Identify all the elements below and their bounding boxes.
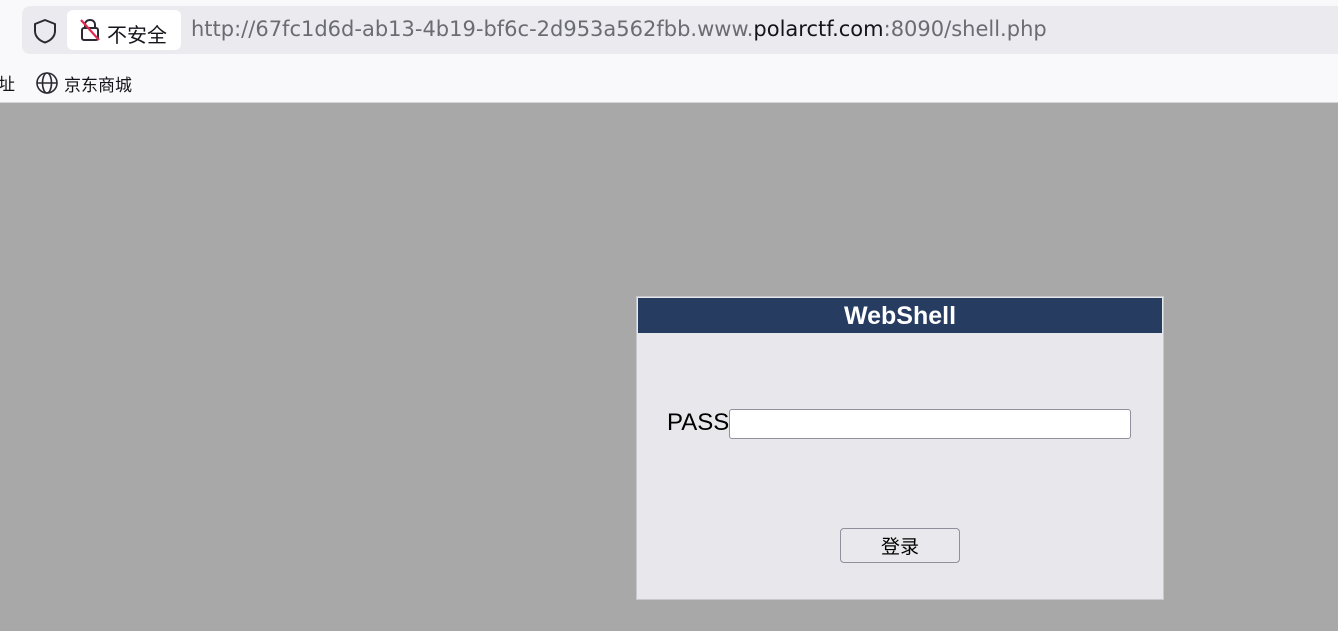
shield-icon[interactable] (32, 18, 58, 44)
security-indicator[interactable]: 不安全 (67, 10, 181, 50)
pass-label: PASS: (667, 409, 736, 436)
browser-chrome: 不安全 http://67fc1d6d-ab13-4b19-bf6c-2d953… (0, 0, 1338, 103)
globe-icon (36, 72, 58, 94)
security-label: 不安全 (107, 23, 167, 47)
address-bar[interactable]: 不安全 http://67fc1d6d-ab13-4b19-bf6c-2d953… (22, 6, 1338, 54)
url-text[interactable]: http://67fc1d6d-ab13-4b19-bf6c-2d953a562… (191, 17, 1047, 41)
insecure-lock-icon (80, 18, 100, 41)
bookmark-partial-label[interactable]: 址 (0, 70, 15, 95)
panel-title: WebShell (638, 298, 1162, 333)
url-domain: polarctf.com (753, 17, 884, 41)
login-panel: WebShell PASS: 登录 (636, 296, 1164, 600)
bookmarks-bar: 址 京东商城 (0, 66, 1338, 96)
login-button[interactable]: 登录 (840, 528, 960, 563)
password-input[interactable] (729, 409, 1131, 439)
url-prefix: http://67fc1d6d-ab13-4b19-bf6c-2d953a562… (191, 17, 754, 41)
url-suffix: :8090/shell.php (883, 17, 1047, 41)
bookmark-jd-label: 京东商城 (64, 76, 132, 96)
